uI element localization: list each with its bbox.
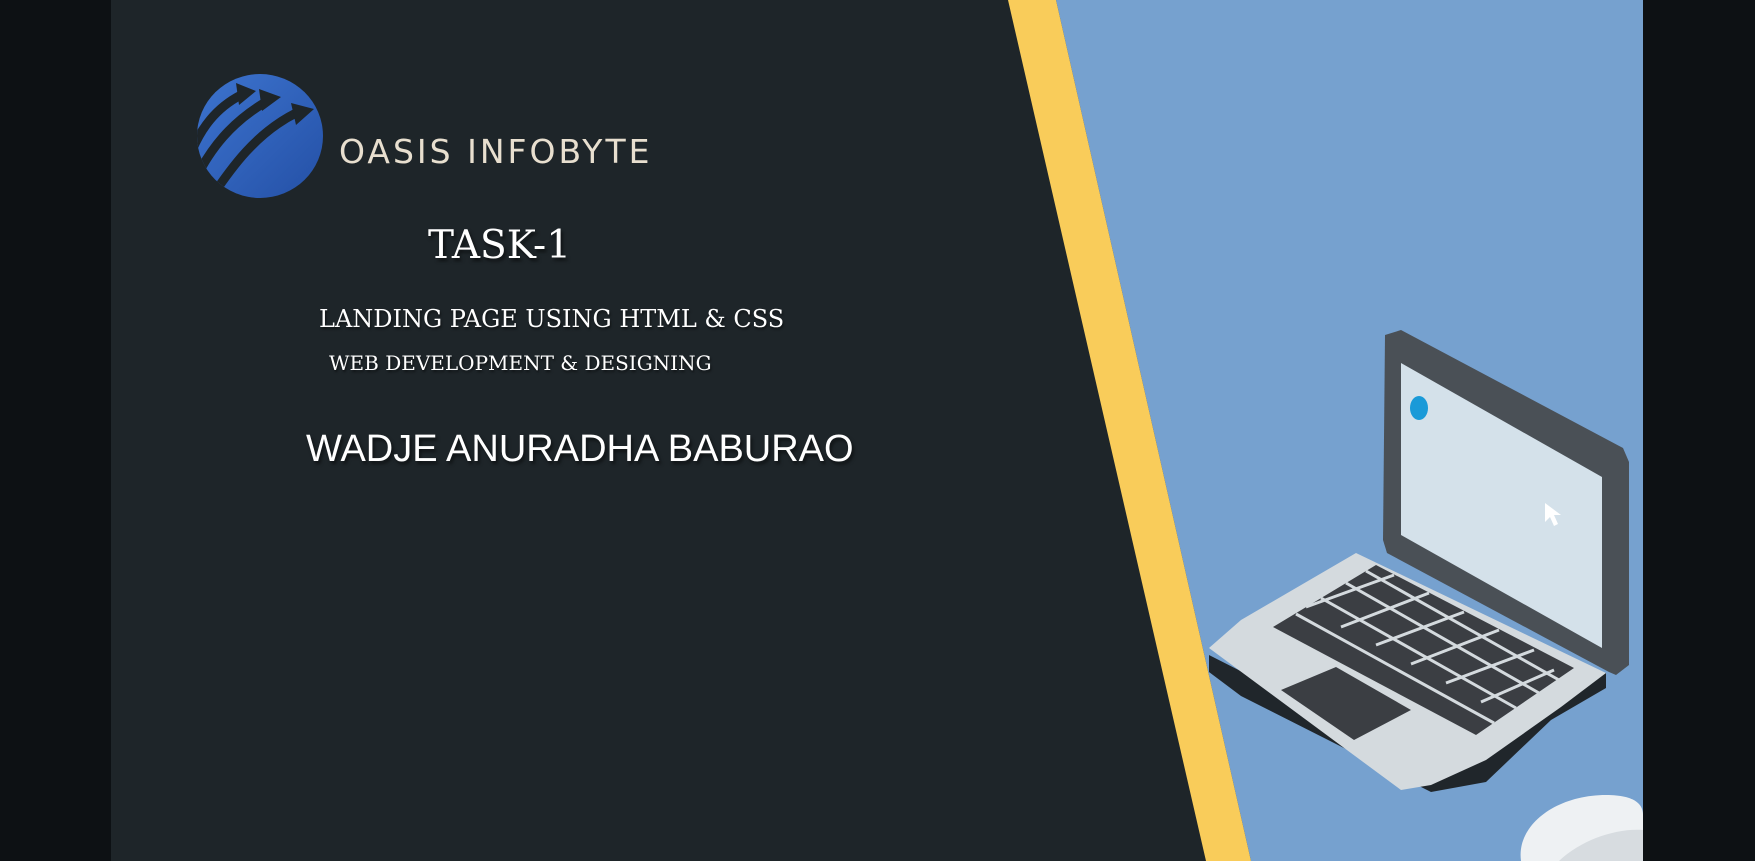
slide: OASIS INFOBYTE TASK-1 LANDING PAGE USING… bbox=[111, 0, 1643, 861]
oasis-infobyte-logo-icon bbox=[197, 74, 323, 198]
brand-name: OASIS INFOBYTE bbox=[339, 132, 653, 171]
screen: OASIS INFOBYTE TASK-1 LANDING PAGE USING… bbox=[0, 0, 1755, 861]
subtitle-landing-page: LANDING PAGE USING HTML & CSS bbox=[319, 305, 785, 333]
webcam-dot bbox=[1410, 396, 1428, 420]
author-name: WADJE ANURADHA BABURAO bbox=[306, 428, 854, 470]
task-title: TASK-1 bbox=[428, 223, 572, 268]
subtitle-web-development: WEB DEVELOPMENT & DESIGNING bbox=[329, 351, 712, 375]
